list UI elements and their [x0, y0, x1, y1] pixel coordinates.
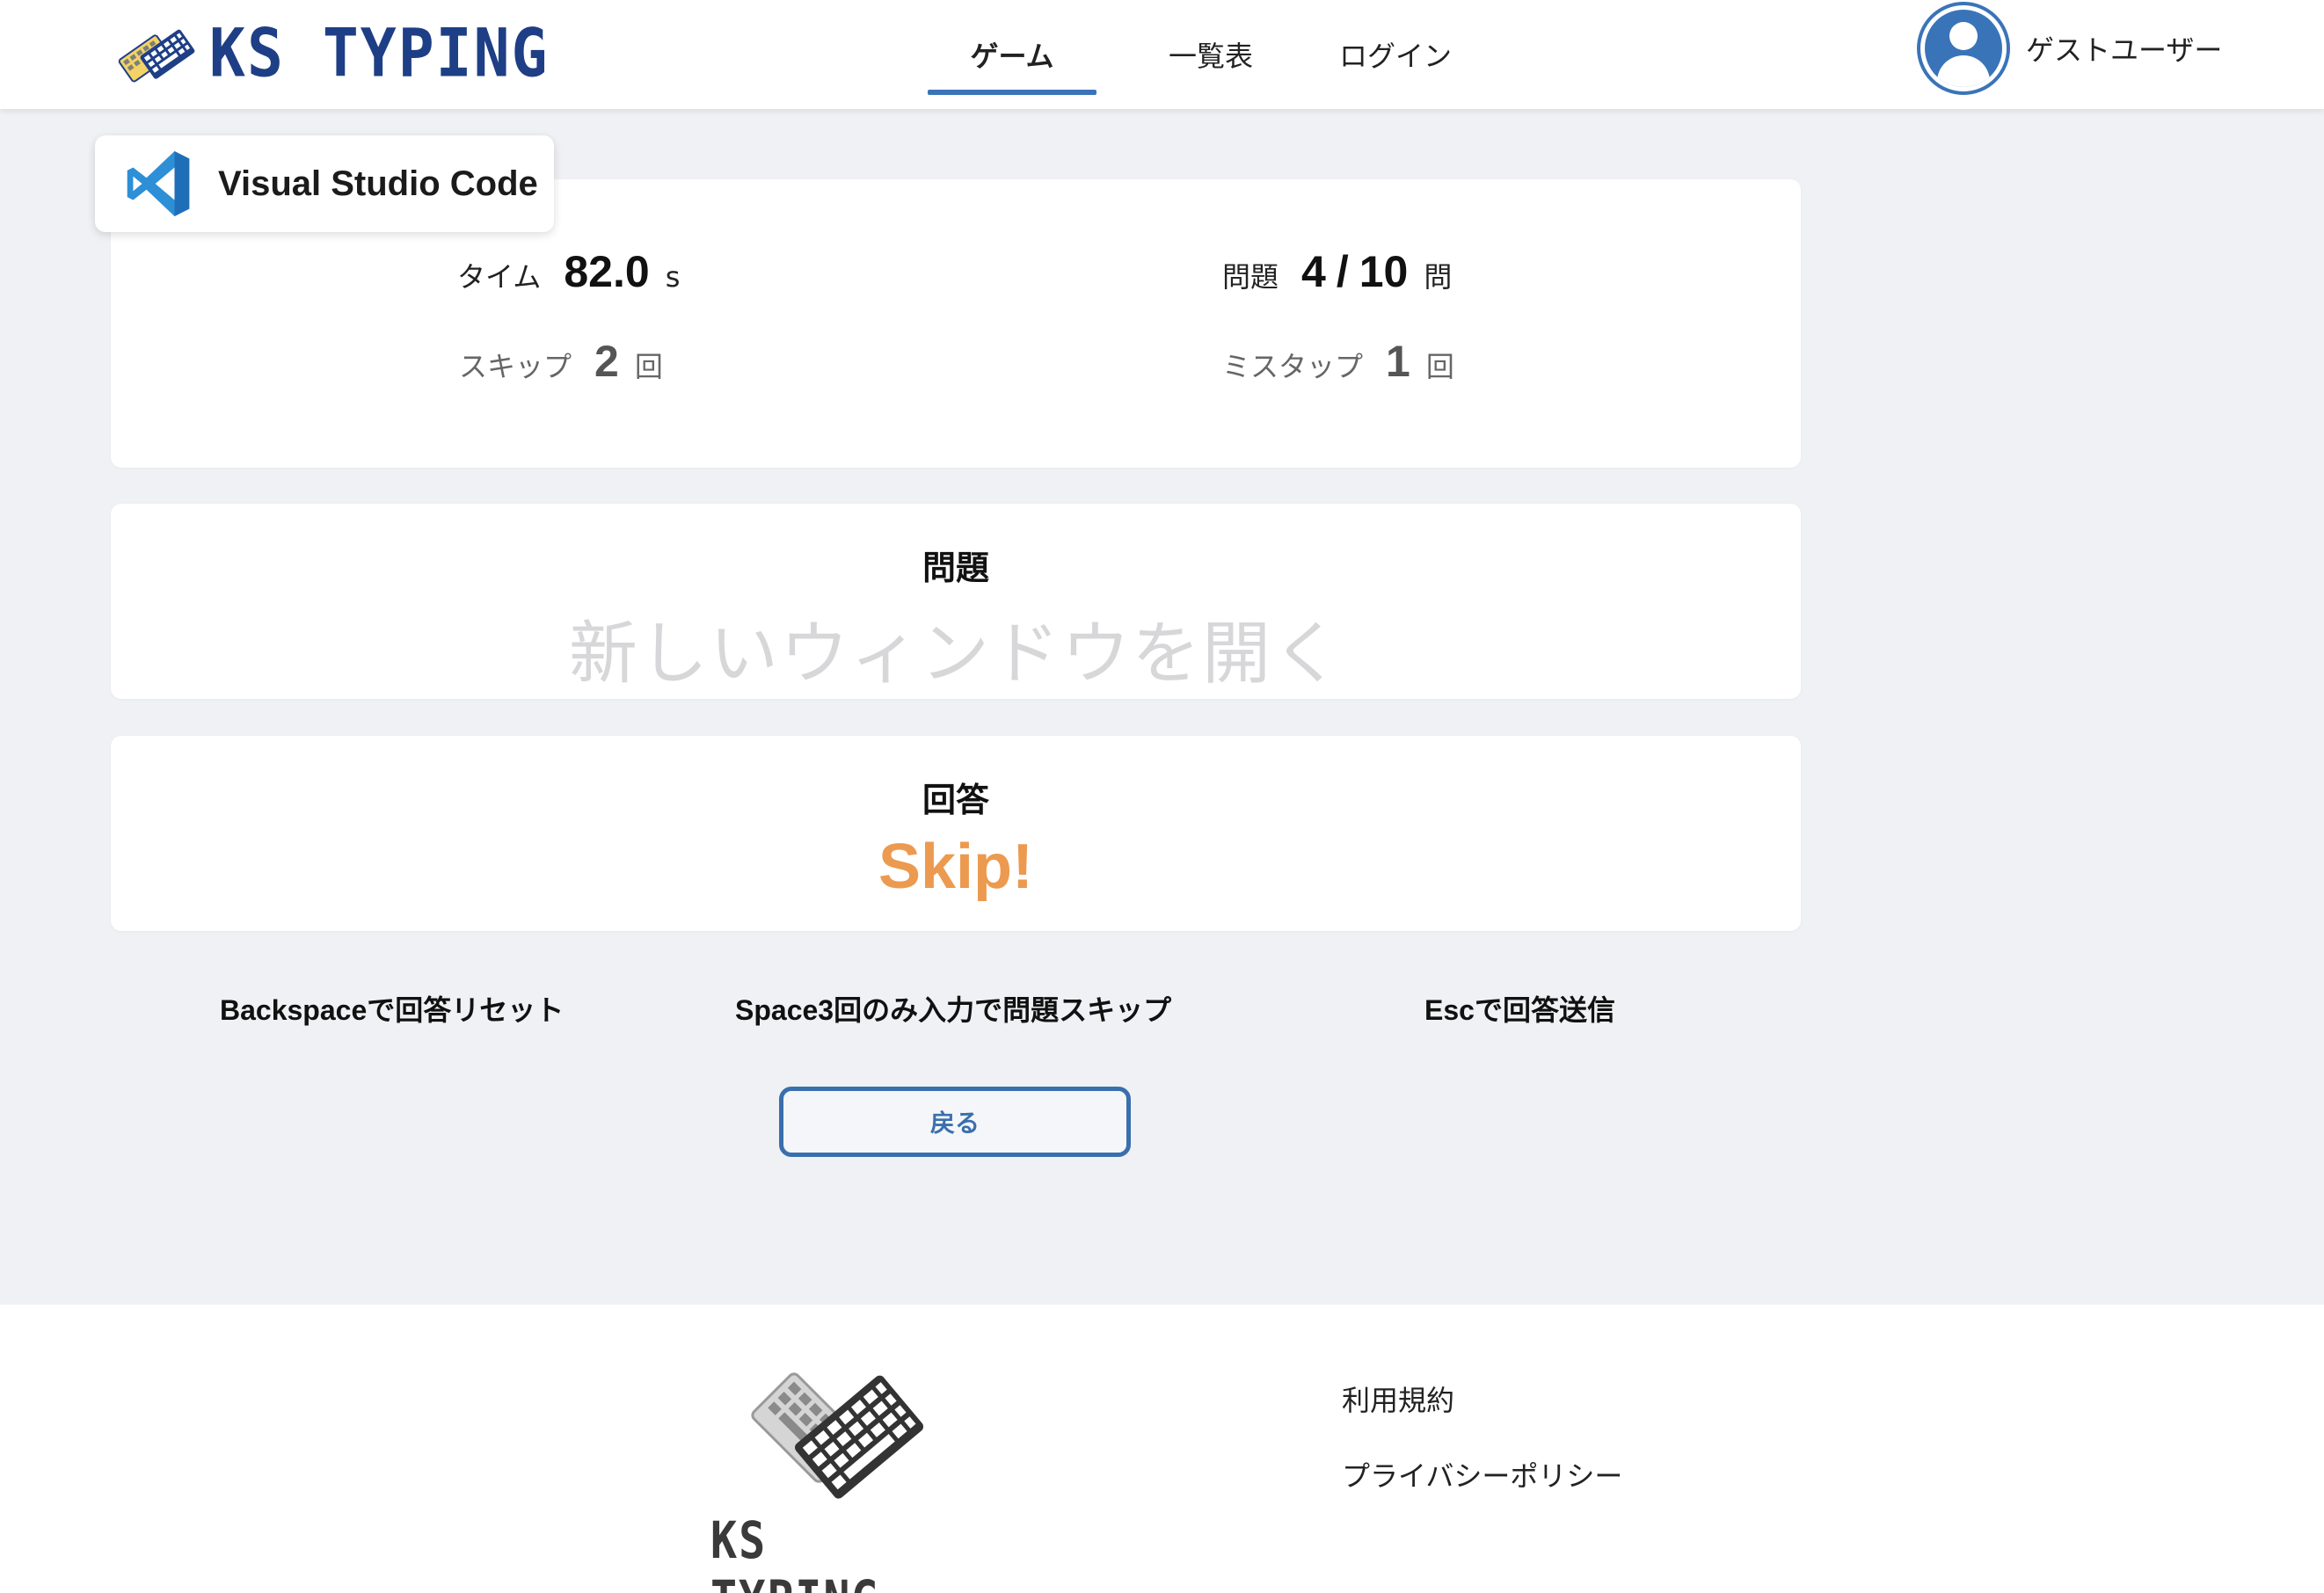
hint-space-skip: Space3回のみ入力で問題スキップ [735, 994, 1172, 1026]
question-count-stat: 問題 4/10 問 [1222, 246, 1452, 297]
avatar [1917, 2, 2010, 95]
skip-stat: スキップ 2 回 [459, 336, 663, 387]
nav-item-label: ログイン [1338, 40, 1452, 73]
question-total: 10 [1359, 247, 1409, 296]
back-button[interactable]: 戻る [779, 1087, 1131, 1157]
footer: KS TYPING 利用規約 プライバシーポリシー [0, 1305, 2324, 1593]
user-name: ゲストユーザー [2026, 33, 2223, 67]
app-name: Visual Studio Code [218, 164, 538, 203]
question-title: 問題 [922, 549, 989, 587]
app-badge: Visual Studio Code [95, 135, 554, 232]
keyboard-logo-icon [751, 1372, 923, 1499]
time-value: 82.0 [564, 247, 650, 296]
header-logo[interactable]: KS TYPING [111, 12, 549, 97]
keyboard-logo-icon [118, 29, 195, 83]
question-current: 4 [1301, 247, 1326, 296]
miss-value: 1 [1386, 337, 1410, 386]
question-separator: / [1336, 247, 1349, 296]
nav-item-login[interactable]: ログイン [1334, 0, 1457, 109]
hint-esc-submit: Escで回答送信 [1424, 994, 1615, 1026]
question-count-value: 4/10 [1301, 246, 1408, 297]
answer-text: Skip! [878, 832, 1034, 902]
hint-backspace-reset: Backspaceで回答リセット [220, 994, 565, 1026]
user-menu[interactable]: ゲストユーザー [1917, 0, 2222, 97]
question-card: 問題 新しいウィンドウを開く [111, 504, 1801, 699]
question-text: 新しいウィンドウを開く [568, 615, 1343, 694]
miss-label: ミスタップ [1222, 350, 1364, 383]
user-icon [1925, 10, 2002, 87]
footer-logo-text: KS TYPING [710, 1511, 878, 1593]
privacy-policy-link[interactable]: プライバシーポリシー [1342, 1454, 1622, 1495]
time-label: タイム [457, 260, 542, 294]
logo-text: KS TYPING [209, 15, 550, 93]
footer-logo: KS TYPING [703, 1357, 958, 1593]
nav-item-label: ゲーム [970, 40, 1054, 73]
vscode-icon [127, 151, 190, 216]
time-stat: タイム 82.0 s [457, 246, 680, 297]
nav-item-list[interactable]: 一覧表 [1158, 0, 1264, 109]
answer-title: 回答 [922, 781, 989, 819]
skip-label: スキップ [459, 350, 572, 383]
question-count-unit: 問 [1424, 260, 1453, 294]
page: KS TYPING ゲーム 一覧表 ログイン ゲストユーザー Visual St… [0, 0, 2324, 1593]
skip-unit: 回 [634, 350, 663, 383]
terms-link[interactable]: 利用規約 [1342, 1378, 1454, 1419]
skip-value: 2 [594, 337, 619, 386]
active-tab-indicator [928, 90, 1096, 95]
nav-item-label: 一覧表 [1168, 40, 1253, 73]
time-unit: s [665, 260, 681, 294]
top-header: KS TYPING ゲーム 一覧表 ログイン ゲストユーザー [0, 0, 2324, 109]
question-count-label: 問題 [1222, 260, 1279, 294]
miss-unit: 回 [1425, 350, 1454, 383]
nav-item-game[interactable]: ゲーム [928, 0, 1096, 109]
miss-stat: ミスタップ 1 回 [1222, 336, 1454, 387]
main-nav: ゲーム 一覧表 ログイン [888, 0, 1457, 109]
answer-card: 回答 Skip! [111, 736, 1801, 931]
